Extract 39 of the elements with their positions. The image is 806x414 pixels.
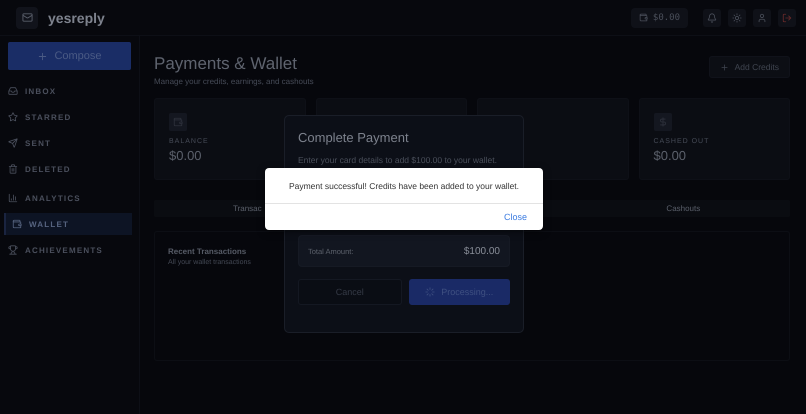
plus-icon <box>37 50 48 62</box>
stat-value: $0.00 <box>169 148 202 163</box>
sidebar-item[interactable]: DELETED <box>4 158 132 180</box>
inbox-icon <box>8 86 18 96</box>
close-button[interactable]: Close <box>504 212 527 222</box>
balance-button[interactable]: $0.00 <box>630 8 688 28</box>
sidebar-item[interactable]: INBOX <box>4 80 132 102</box>
bar-chart-icon <box>8 193 18 203</box>
total-value: $100.00 <box>464 246 500 256</box>
plus-icon <box>720 62 729 72</box>
logout-icon[interactable] <box>778 8 796 26</box>
spinner-icon <box>425 287 436 297</box>
tab[interactable]: Cashouts <box>578 201 789 216</box>
alert-message: Payment successful! Credits have been added to your wallet. <box>265 168 543 204</box>
sidebar-item[interactable]: WALLET <box>4 213 132 235</box>
bell-icon[interactable] <box>703 8 721 26</box>
page-subtitle: Manage your credits, earnings, and cashouts <box>154 77 314 86</box>
dialog-title: Complete Payment <box>298 130 410 145</box>
stat-value: $0.00 <box>654 148 686 163</box>
trash-icon <box>8 164 18 174</box>
logo-icon <box>16 6 38 28</box>
wallet-icon <box>638 13 648 22</box>
sun-icon[interactable] <box>728 8 746 26</box>
dialog-description: Enter your card details to add $100.00 to your wallet. <box>298 155 498 165</box>
sidebar-item[interactable]: ACHIEVEMENTS <box>4 239 132 261</box>
page-title: Payments & Wallet <box>154 54 298 74</box>
sidebar-item[interactable]: STARRED <box>4 106 132 128</box>
send-icon <box>8 138 18 148</box>
sidebar-item[interactable]: SENT <box>4 132 132 154</box>
trophy-icon <box>8 245 18 255</box>
add-credits-button[interactable]: Add Credits <box>708 56 790 78</box>
star-icon <box>8 112 18 122</box>
user-icon[interactable] <box>753 8 771 26</box>
wallet-icon <box>12 219 22 229</box>
wallet-icon <box>169 113 187 131</box>
panel-title: Recent Transactions <box>168 247 246 256</box>
app-name: yesreply <box>48 10 105 26</box>
dollar-icon <box>654 113 672 131</box>
sidebar-item[interactable]: ANALYTICS <box>4 187 132 209</box>
